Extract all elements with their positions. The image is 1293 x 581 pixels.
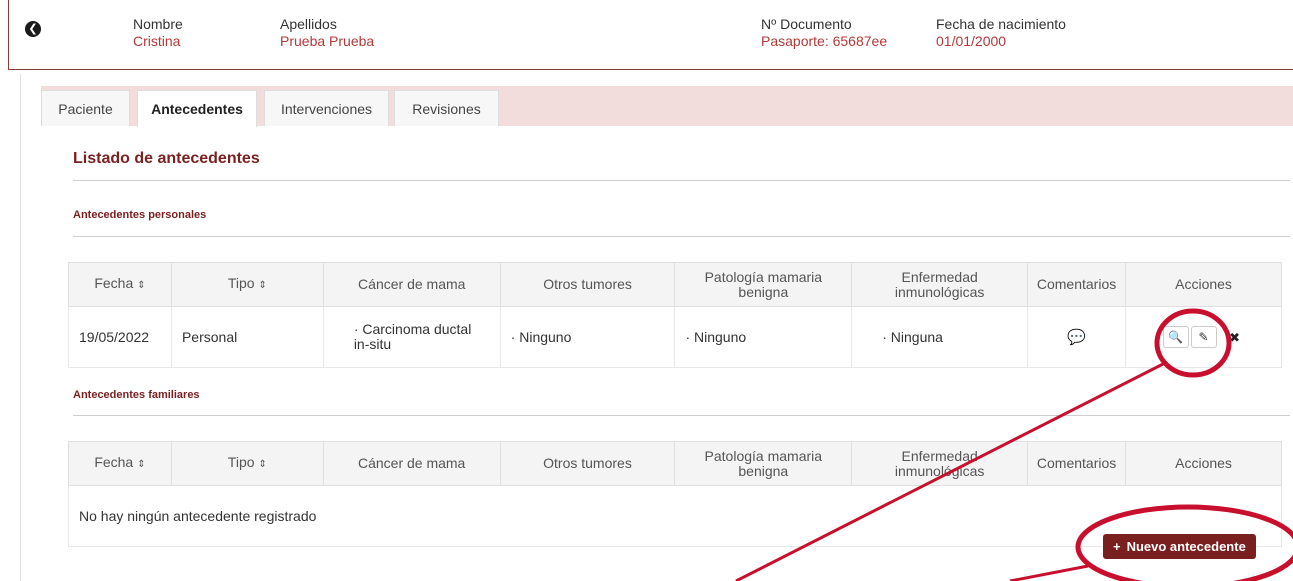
- plus-icon: +: [1113, 539, 1121, 554]
- col-enfermedad: Enfermedad inmunológicas: [851, 441, 1029, 486]
- page-title: Listado de antecedentes: [73, 150, 260, 167]
- col-otros: Otros tumores: [499, 262, 676, 307]
- col-otros: Otros tumores: [499, 441, 676, 486]
- section-familiares-title: Antecedentes familiares: [73, 389, 200, 401]
- fecha-value: 01/01/2000: [936, 33, 1007, 49]
- apellidos-label: Apellidos: [280, 16, 337, 32]
- col-cancer: Cáncer de mama: [322, 262, 501, 307]
- cell-comentarios: 💬: [1027, 306, 1127, 368]
- cell-cancer: · Carcinoma ductal in-situ: [322, 306, 501, 368]
- cell-fecha: 19/05/2022: [68, 306, 172, 368]
- col-fecha-label: Fecha: [94, 275, 134, 291]
- apellidos-value: Prueba Prueba: [280, 33, 375, 49]
- divider: [73, 236, 1290, 237]
- divider: [73, 415, 1290, 416]
- tab-intervenciones[interactable]: Intervenciones: [264, 90, 389, 126]
- comment-icon[interactable]: 💬: [1038, 330, 1115, 345]
- cell-tipo: Personal: [170, 306, 324, 368]
- cell-acciones: 🔍 ✎ ✖: [1125, 306, 1282, 368]
- col-comentarios: Comentarios: [1027, 441, 1127, 486]
- patient-nombre: Nombre Cristina: [133, 16, 183, 50]
- col-tipo-label: Tipo: [227, 454, 255, 470]
- documento-label: Nº Documento: [761, 16, 852, 32]
- col-tipo[interactable]: Tipo ⇕: [170, 441, 324, 486]
- tab-paciente[interactable]: Paciente: [41, 90, 130, 126]
- section-personales-title: Antecedentes personales: [73, 209, 207, 221]
- patient-header: ❮ Nombre Cristina Apellidos Prueba Prueb…: [8, 0, 1293, 70]
- col-fecha-label: Fecha: [94, 454, 134, 470]
- sort-icon: ⇕: [137, 280, 146, 291]
- cell-patologia: · Ninguno: [674, 306, 853, 368]
- patient-fecha: Fecha de nacimiento 01/01/2000: [936, 16, 1066, 50]
- patient-documento: Nº Documento Pasaporte: 65687ee: [761, 16, 887, 50]
- cell-enfermedad: · Ninguna: [851, 306, 1029, 368]
- documento-value: Pasaporte: 65687ee: [761, 33, 888, 49]
- col-cancer: Cáncer de mama: [322, 441, 501, 486]
- close-icon[interactable]: ✖: [1224, 330, 1246, 345]
- sort-icon: ⇕: [137, 459, 146, 470]
- patient-apellidos: Apellidos Prueba Prueba: [280, 16, 374, 50]
- tab-strip: Paciente Antecedentes Intervenciones Rev…: [41, 86, 1293, 127]
- new-antecedente-button[interactable]: + Nuevo antecedente: [1103, 534, 1256, 559]
- col-tipo-label: Tipo: [227, 275, 255, 291]
- col-comentarios: Comentarios: [1027, 262, 1127, 307]
- col-fecha[interactable]: Fecha ⇕: [68, 262, 172, 307]
- col-fecha[interactable]: Fecha ⇕: [68, 441, 172, 486]
- nombre-label: Nombre: [133, 16, 183, 32]
- new-antecedente-label: Nuevo antecedente: [1126, 539, 1246, 554]
- tab-antecedentes[interactable]: Antecedentes: [137, 90, 257, 127]
- fecha-label: Fecha de nacimiento: [936, 16, 1066, 32]
- col-patologia: Patología mamaria benigna: [674, 262, 853, 307]
- sort-icon: ⇕: [258, 280, 267, 291]
- col-enfermedad: Enfermedad inmunológicas: [851, 262, 1029, 307]
- empty-message: No hay ningún antecedente registrado: [68, 485, 1282, 547]
- col-patologia: Patología mamaria benigna: [674, 441, 853, 486]
- sort-icon: ⇕: [258, 459, 267, 470]
- search-icon[interactable]: 🔍: [1162, 326, 1189, 348]
- edit-icon[interactable]: ✎: [1190, 326, 1217, 348]
- personal-table: Fecha ⇕ Tipo ⇕ Cáncer de mama Otros tumore…: [68, 262, 1282, 368]
- table-header-row: Fecha ⇕ Tipo ⇕ Cáncer de mama Otros tumore…: [68, 262, 1282, 307]
- tab-revisiones[interactable]: Revisiones: [394, 90, 499, 126]
- table-header-row: Fecha ⇕ Tipo ⇕ Cáncer de mama Otros tumore…: [68, 441, 1282, 486]
- nombre-value: Cristina: [133, 33, 181, 49]
- familiar-table: Fecha ⇕ Tipo ⇕ Cáncer de mama Otros tumore…: [68, 441, 1282, 547]
- back-icon[interactable]: ❮: [25, 21, 41, 37]
- col-acciones: Acciones: [1125, 441, 1282, 486]
- col-tipo[interactable]: Tipo ⇕: [170, 262, 324, 307]
- table-row: No hay ningún antecedente registrado: [68, 485, 1282, 547]
- table-row: 19/05/2022 Personal · Carcinoma ductal i…: [68, 306, 1282, 368]
- col-acciones: Acciones: [1125, 262, 1282, 307]
- cell-otros: · Ninguno: [499, 306, 676, 368]
- divider: [73, 180, 1290, 181]
